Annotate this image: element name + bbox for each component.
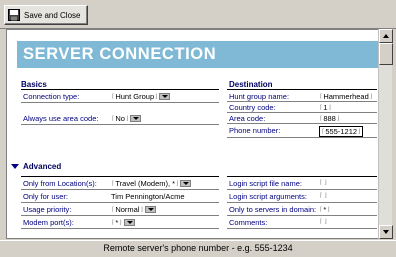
login-script-arguments-field[interactable]: ⌈ ⌋ — [319, 192, 328, 199]
usage-priority-value: Normal — [115, 205, 140, 214]
comments-field[interactable]: ⌈ ⌋ — [319, 218, 328, 225]
toolbar: Save and Close — [0, 0, 396, 29]
advanced-section-title: Advanced — [23, 162, 62, 171]
connection-type-value: Hunt Group — [115, 92, 155, 101]
usage-priority-field[interactable]: ⌈ Normal ⌋ — [111, 205, 156, 214]
dropdown-arrow-icon[interactable] — [159, 93, 171, 100]
only-for-user-label: Only for user: — [23, 192, 69, 201]
basics-section-title: Basics — [21, 80, 47, 89]
phone-number-field[interactable]: ⌈ 555-1212 ⌋ — [319, 126, 364, 137]
save-and-close-label: Save and Close — [24, 10, 81, 20]
modem-ports-value: * — [115, 218, 119, 227]
hunt-group-name-value: Hammerhead — [323, 92, 369, 101]
area-code-field[interactable]: ⌈ 888 ⌋ — [319, 114, 340, 123]
connection-type-label: Connection type: — [23, 92, 80, 101]
always-use-area-code-label: Always use area code: — [23, 114, 99, 123]
only-to-servers-in-domain-field[interactable]: ⌈ * ⌋ — [319, 205, 331, 214]
only-to-servers-in-domain-label: Only to servers in domain: — [229, 205, 317, 214]
only-from-locations-value: Travel (Modem), * — [115, 179, 176, 188]
only-for-user-field[interactable]: Tim Pennington/Acme — [111, 192, 185, 201]
dropdown-arrow-icon[interactable] — [144, 206, 156, 213]
save-disk-icon — [8, 9, 20, 21]
always-use-area-code-field[interactable]: ⌈ No ⌋ — [111, 114, 142, 123]
header-band: SERVER CONNECTION — [17, 41, 379, 68]
country-code-value: 1 — [323, 103, 328, 112]
login-script-file-name-label: Login script file name: — [229, 179, 302, 188]
hunt-group-name-label: Hunt group name: — [229, 92, 290, 101]
dropdown-arrow-icon[interactable] — [180, 180, 192, 187]
scroll-up-icon[interactable] — [379, 29, 393, 43]
save-and-close-button[interactable]: Save and Close — [4, 5, 88, 25]
basics-divider — [21, 89, 219, 90]
phone-number-value: 555-1212 — [325, 127, 358, 136]
phone-number-label: Phone number: — [229, 126, 281, 135]
dropdown-arrow-icon[interactable] — [123, 219, 135, 226]
status-bar: Remote server's phone number - e.g. 555-… — [0, 240, 396, 257]
destination-divider — [227, 89, 377, 90]
country-code-field[interactable]: ⌈ 1 ⌋ — [319, 103, 332, 112]
scroll-thumb[interactable] — [379, 43, 393, 65]
login-script-file-name-field[interactable]: ⌈ ⌋ — [319, 179, 328, 186]
status-text: Remote server's phone number - e.g. 555-… — [103, 243, 293, 253]
dropdown-arrow-icon[interactable] — [130, 115, 142, 122]
only-from-locations-label: Only from Location(s): — [23, 179, 97, 188]
scroll-down-icon[interactable] — [379, 225, 393, 239]
modem-ports-label: Modem port(s): — [23, 218, 74, 227]
comments-label: Comments: — [229, 218, 268, 227]
destination-section-title: Destination — [229, 80, 273, 89]
page-title: SERVER CONNECTION — [23, 45, 217, 63]
only-for-user-value: Tim Pennington/Acme — [111, 192, 185, 201]
advanced-expand-icon[interactable] — [11, 164, 19, 169]
only-from-locations-field[interactable]: ⌈ Travel (Modem), * ⌋ — [111, 179, 192, 188]
area-code-value: 888 — [323, 114, 336, 123]
connection-type-field[interactable]: ⌈ Hunt Group ⌋ — [111, 92, 171, 101]
modem-ports-field[interactable]: ⌈ * ⌋ — [111, 218, 135, 227]
country-code-label: Country code: — [229, 103, 276, 112]
hunt-group-name-field[interactable]: ⌈ Hammerhead ⌋ — [319, 92, 373, 101]
usage-priority-label: Usage priority: — [23, 205, 72, 214]
vertical-scrollbar[interactable] — [378, 29, 393, 239]
always-use-area-code-value: No — [115, 114, 125, 123]
only-to-servers-in-domain-value: * — [323, 205, 327, 214]
area-code-label: Area code: — [229, 114, 266, 123]
login-script-arguments-label: Login script arguments: — [229, 192, 307, 201]
form-content: SERVER CONNECTION Basics Connection type… — [6, 29, 392, 239]
